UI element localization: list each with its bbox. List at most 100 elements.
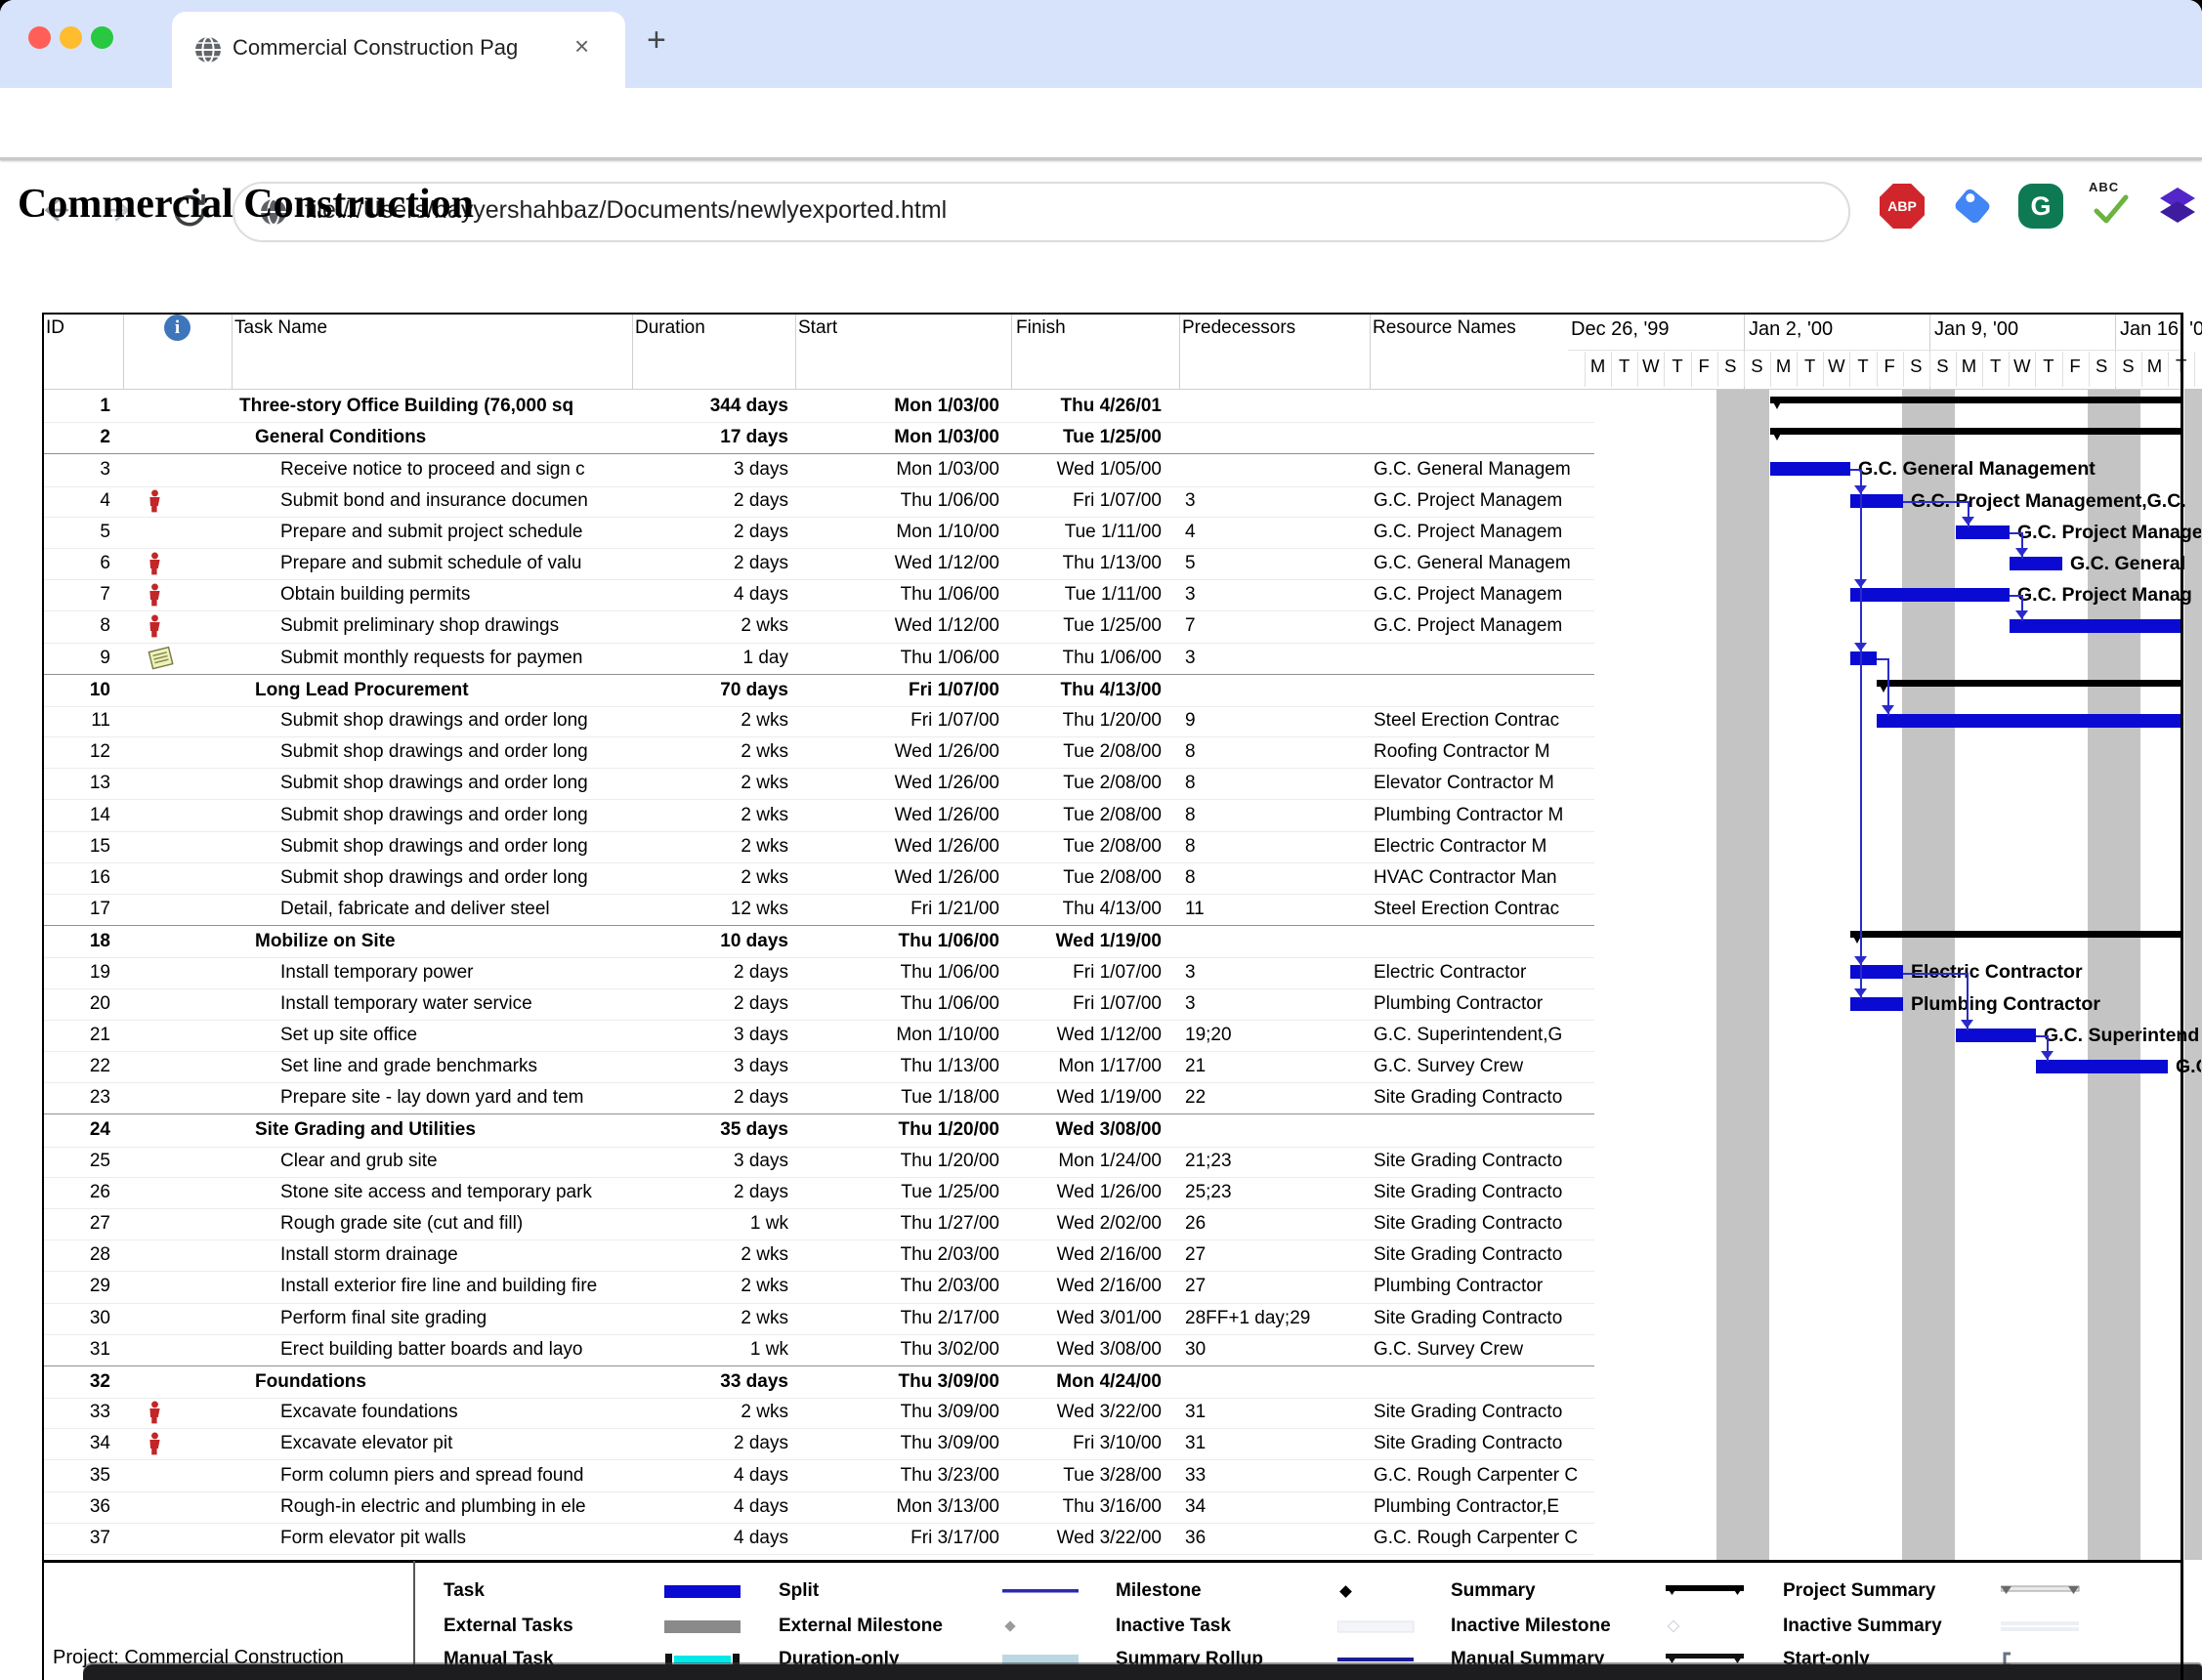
- week-label: Jan 16, '0: [2120, 318, 2202, 341]
- new-tab-button[interactable]: +: [647, 21, 666, 60]
- cell-predecessors: 4: [1179, 517, 1373, 548]
- cell-predecessors: 30: [1179, 1334, 1373, 1365]
- cell-resource-names: G.C. Project Managem: [1370, 485, 1596, 517]
- cell-start: Mon 1/03/00: [788, 391, 1007, 422]
- cell-finish: Wed 1/12/00: [999, 1020, 1169, 1051]
- dependency-line: [1860, 469, 1862, 999]
- cell-finish: Fri 1/07/00: [999, 988, 1169, 1020]
- cell-predecessors: [1179, 675, 1373, 706]
- cell-id: 34: [42, 1428, 110, 1459]
- cell-start: Thu 3/09/00: [788, 1428, 1007, 1459]
- cell-id: 15: [42, 831, 110, 862]
- day-letter: T: [2036, 356, 2061, 377]
- legend-label: Project Summary: [1783, 1580, 1935, 1602]
- cell-finish: Tue 2/08/00: [999, 862, 1169, 894]
- cell-task-name: Submit shop drawings and order long: [232, 768, 681, 799]
- tab-favicon-globe-icon: [191, 33, 225, 66]
- cell-predecessors: 36: [1179, 1523, 1373, 1554]
- grammarly-extension-icon[interactable]: G: [2018, 184, 2063, 229]
- tab-close-icon[interactable]: ×: [574, 31, 589, 61]
- spellcheck-extension-icon[interactable]: ABC: [2087, 184, 2132, 229]
- cell-duration: 2 days: [632, 988, 798, 1020]
- gantt-task-bar: [1850, 494, 1903, 508]
- cell-duration: 4 days: [632, 1523, 798, 1554]
- cell-duration: 3 days: [632, 454, 798, 485]
- browser-toolbar: file:///Users/nayyershahbaz/Documents/ne…: [0, 88, 2202, 158]
- cell-finish: Tue 1/25/00: [999, 422, 1169, 453]
- browser-tab[interactable]: Commercial Construction Pag ×: [172, 12, 625, 88]
- cell-id: 4: [42, 485, 110, 517]
- url-bar[interactable]: file:///Users/nayyershahbaz/Documents/ne…: [233, 182, 1850, 242]
- cell-id: 35: [42, 1459, 110, 1491]
- cell-finish: Tue 2/08/00: [999, 831, 1169, 862]
- cell-duration: 3 days: [632, 1146, 798, 1177]
- day-letter: S: [1744, 356, 1769, 377]
- gantt-bar-label: Plumbing Contractor: [1911, 993, 2100, 1016]
- cell-duration: 2 wks: [632, 831, 798, 862]
- day-letter: S: [1717, 356, 1743, 377]
- close-window-button[interactable]: [28, 26, 51, 49]
- legend-swatch-task-icon: [664, 1583, 742, 1599]
- cell-predecessors: 31: [1179, 1428, 1373, 1459]
- cell-duration: 4 days: [632, 579, 798, 610]
- day-letter: M: [1771, 356, 1797, 377]
- minimize-window-button[interactable]: [60, 26, 82, 49]
- cell-duration: 10 days: [632, 926, 798, 957]
- cell-resource-names: G.C. General Managem: [1370, 454, 1596, 485]
- layers-extension-icon[interactable]: [2155, 184, 2200, 229]
- browser-window: Commercial Construction Pag × + file:///…: [0, 0, 2202, 1680]
- cell-task-name: Site Grading and Utilities: [232, 1114, 656, 1146]
- cell-task-name: Submit shop drawings and order long: [232, 799, 681, 830]
- cell-resource-names: Electric Contractor: [1370, 956, 1596, 987]
- cell-start: Wed 1/26/00: [788, 862, 1007, 894]
- legend-swatch-external-icon: [664, 1618, 742, 1634]
- cell-duration: 2 wks: [632, 705, 798, 736]
- gantt-task-bar: [1956, 525, 2010, 539]
- cell-resource-names: G.C. Project Managem: [1370, 610, 1596, 642]
- gantt-bar-label: G.C. General: [2070, 553, 2185, 575]
- cell-finish: Wed 2/16/00: [999, 1271, 1169, 1302]
- cell-start: Tue 1/25/00: [788, 1177, 1007, 1208]
- cell-duration: 2 wks: [632, 736, 798, 768]
- cell-task-name: Excavate elevator pit: [232, 1428, 681, 1459]
- cell-indicator-person-icon: [130, 1428, 245, 1459]
- table-row: 18Mobilize on Site10 daysThu 1/06/00Wed …: [42, 925, 1594, 958]
- cell-finish: Wed 2/16/00: [999, 1239, 1169, 1271]
- cell-start: Mon 1/03/00: [788, 454, 1007, 485]
- cell-predecessors: 3: [1179, 485, 1373, 517]
- cell-id: 27: [42, 1208, 110, 1239]
- cell-task-name: General Conditions: [232, 422, 656, 453]
- legend-swatch-inacttask-icon: [1337, 1618, 1416, 1634]
- cell-duration: 4 days: [632, 1491, 798, 1523]
- cell-start: Thu 1/06/00: [788, 643, 1007, 674]
- adblock-plus-extension-icon[interactable]: ABP: [1880, 184, 1925, 229]
- cell-finish: Thu 1/06/00: [999, 643, 1169, 674]
- cell-indicator-person-icon: [130, 548, 245, 579]
- table-row: 36Rough-in electric and plumbing in ele4…: [42, 1491, 1594, 1524]
- legend-label: External Tasks: [444, 1616, 573, 1637]
- cell-finish: Wed 3/08/00: [999, 1114, 1169, 1146]
- zoom-window-button[interactable]: [91, 26, 113, 49]
- dependency-arrow-icon: [1962, 517, 1974, 525]
- clipped-chart-strip: [2184, 389, 2202, 1560]
- cell-indicator-person-icon: [130, 1397, 245, 1428]
- day-letter: T: [1665, 356, 1690, 377]
- gantt-task-bar: [1850, 651, 1877, 665]
- cell-predecessors: 25;23: [1179, 1177, 1373, 1208]
- cell-indicator-note-icon: [130, 643, 245, 674]
- cell-duration: 2 days: [632, 548, 798, 579]
- cell-finish: Thu 4/13/00: [999, 894, 1169, 925]
- cell-start: Fri 3/17/00: [788, 1523, 1007, 1554]
- dependency-line: [1903, 973, 1969, 975]
- cell-task-name: Excavate foundations: [232, 1397, 681, 1428]
- table-row: 14Submit shop drawings and order long2 w…: [42, 799, 1594, 831]
- cell-duration: 2 days: [632, 956, 798, 987]
- week-label: Jan 9, '00: [1934, 318, 2018, 341]
- cell-task-name: Install exterior fire line and building …: [232, 1271, 681, 1302]
- price-tag-extension-icon[interactable]: [1950, 184, 1995, 229]
- cell-start: Thu 1/06/00: [788, 579, 1007, 610]
- cell-duration: 2 days: [632, 517, 798, 548]
- cell-finish: Wed 3/08/00: [999, 1334, 1169, 1365]
- table-row: 17Detail, fabricate and deliver steel12 …: [42, 894, 1594, 926]
- cell-predecessors: 3: [1179, 643, 1373, 674]
